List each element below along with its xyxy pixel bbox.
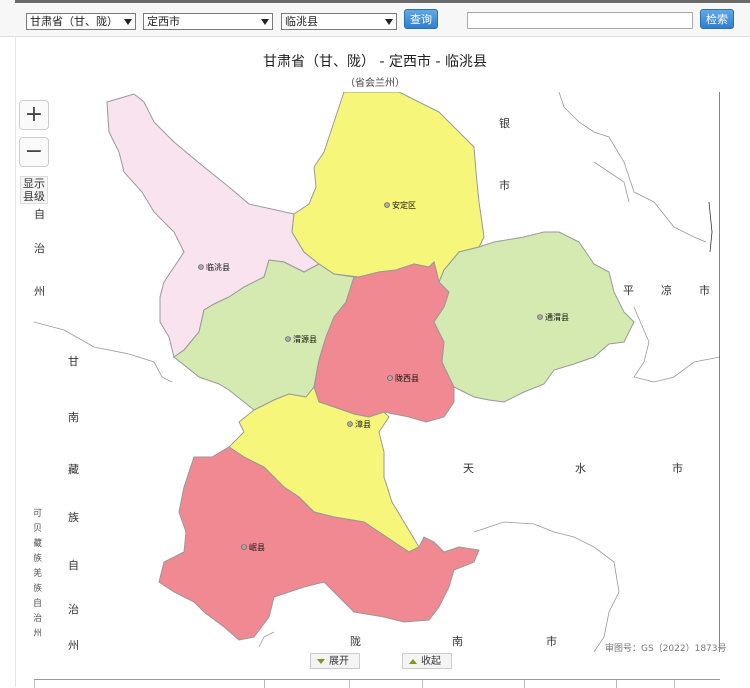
label-tongwei: 通渭县	[545, 312, 569, 322]
boundary-line	[593, 161, 630, 203]
collapse-button[interactable]: 收起	[402, 653, 452, 669]
expand-label: 展开	[329, 656, 349, 667]
longnan-char: 市	[546, 634, 557, 648]
gannan-char: 自	[68, 559, 79, 572]
linxia-char: 自	[34, 208, 45, 221]
approval-number: 审图号：GS（2022）1873号	[605, 644, 727, 654]
county-anding[interactable]	[291, 92, 485, 284]
search-input[interactable]	[467, 12, 693, 29]
map-svg: 临洮县 安定区 渭源县 陇西县 通渭县 漳县 岷县 银 市 自 治 州 平 凉 …	[34, 92, 720, 652]
boundary-line	[258, 631, 275, 648]
label-weiyuan: 渭源县	[293, 334, 317, 344]
collapse-label: 收起	[421, 656, 441, 667]
tianshui-char: 天	[463, 462, 474, 475]
gannan-char: 州	[68, 639, 79, 652]
tianshui-char: 市	[672, 461, 683, 475]
baiyin-char: 银	[499, 116, 510, 130]
boundary-line	[708, 201, 713, 253]
chevron-down-icon	[385, 19, 393, 25]
gannan-char: 甘	[68, 355, 79, 368]
label-longxi: 陇西县	[395, 373, 419, 383]
boundary-line	[558, 92, 707, 243]
map-title: 甘肃省（甘、陇） - 定西市 - 临洮县	[263, 54, 487, 70]
search-button[interactable]: 检索	[700, 9, 734, 29]
edge-char: 贝	[34, 523, 42, 534]
label-zhangxian: 漳县	[355, 419, 371, 429]
pingliang-char: 凉	[661, 283, 672, 297]
county-shapes	[106, 92, 635, 641]
city-point-icon	[347, 421, 353, 427]
longnan-char: 陇	[350, 634, 361, 648]
label-lintao: 临洮县	[206, 262, 230, 272]
tianshui-char: 水	[575, 462, 586, 475]
city-point-icon	[387, 375, 393, 381]
linxia-char: 治	[34, 241, 45, 255]
gannan-char: 治	[68, 602, 79, 616]
edge-char: 可	[34, 508, 42, 519]
linxia-char: 州	[34, 285, 45, 298]
page-left-border	[15, 36, 16, 687]
show-county-line1: 显示	[23, 177, 45, 190]
edge-char: 族	[34, 552, 42, 564]
edge-char: 羌	[34, 567, 42, 579]
city-select[interactable]: 定西市	[143, 13, 273, 30]
edge-char: 治	[34, 612, 42, 624]
city-point-icon	[241, 544, 247, 550]
pingliang-char: 市	[699, 283, 710, 297]
gannan-char: 藏	[68, 463, 79, 476]
label-anding: 安定区	[392, 200, 416, 210]
map-subtitle: （省会兰州）	[345, 78, 405, 89]
boundary-line	[473, 521, 620, 652]
edge-char: 藏	[34, 537, 42, 549]
edge-char: 自	[34, 597, 42, 609]
gannan-char: 族	[68, 510, 79, 524]
label-minxian: 岷县	[249, 543, 265, 552]
triangle-up-icon	[409, 659, 417, 664]
province-select[interactable]: 甘肃省（甘、陇）	[26, 13, 136, 30]
query-button[interactable]: 查询	[404, 9, 438, 29]
county-select[interactable]: 临洮县	[281, 13, 397, 30]
boundary-line	[633, 306, 720, 383]
county-select-value: 临洮县	[285, 15, 318, 28]
county-tongwei[interactable]	[433, 231, 635, 403]
city-select-value: 定西市	[147, 15, 180, 28]
city-point-icon	[384, 202, 390, 208]
chevron-down-icon	[124, 19, 132, 25]
expand-button[interactable]: 展开	[310, 653, 360, 669]
city-point-icon	[198, 264, 204, 270]
edge-labels: 可 贝 藏 族 羌 族 自 治 州	[34, 508, 42, 639]
toolbar: 甘肃省（甘、陇） 定西市 临洮县 查询 检索	[0, 0, 750, 37]
city-point-icon	[285, 336, 291, 342]
triangle-down-icon	[317, 659, 325, 664]
edge-char: 族	[34, 582, 42, 594]
chevron-down-icon	[261, 19, 269, 25]
baiyin-char: 市	[499, 178, 510, 192]
gannan-char: 南	[68, 411, 79, 424]
edge-char: 州	[34, 628, 42, 639]
province-select-value: 甘肃省（甘、陇）	[30, 15, 118, 28]
boundary-line	[34, 321, 173, 383]
show-county-button[interactable]: 显示 县级	[20, 176, 48, 204]
pingliang-char: 平	[623, 284, 634, 297]
longnan-char: 南	[452, 635, 463, 648]
show-county-line2: 县级	[23, 190, 45, 203]
zoom-in-button[interactable]: +	[19, 100, 49, 130]
zoom-out-button[interactable]: −	[19, 137, 49, 167]
city-point-icon	[537, 314, 543, 320]
map-area[interactable]: 临洮县 安定区 渭源县 陇西县 通渭县 漳县 岷县 银 市 自 治 州 平 凉 …	[34, 92, 720, 652]
